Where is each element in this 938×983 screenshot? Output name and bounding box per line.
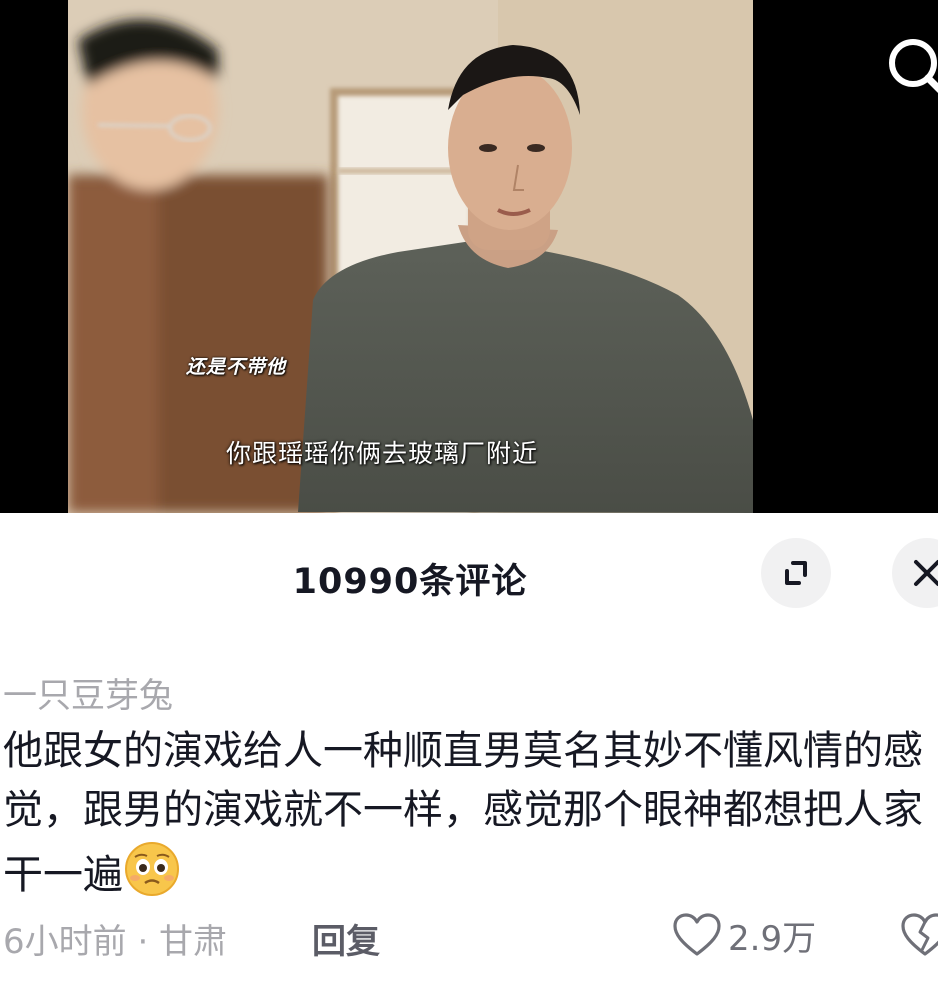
comment-username[interactable]: 一只豆芽兔	[3, 668, 173, 717]
search-button[interactable]	[880, 30, 938, 94]
expand-icon	[785, 561, 807, 585]
video-subtitle-main: 你跟瑶瑶你俩去玻璃厂附近	[226, 439, 539, 468]
close-icon	[914, 560, 938, 586]
pleading-face-emoji	[123, 840, 181, 898]
search-icon	[889, 39, 938, 93]
dislike-button[interactable]	[900, 912, 938, 958]
like-button[interactable]: 2.9万	[672, 910, 816, 960]
close-button[interactable]	[892, 538, 938, 608]
expand-button[interactable]	[761, 538, 831, 608]
video-frame: 还是不带他 你跟瑶瑶你俩去玻璃厂附近	[68, 0, 753, 513]
video-subtitle-secondary: 还是不带他	[186, 356, 287, 378]
comment-body: 他跟女的演戏给人一种顺直男莫名其妙不懂风情的感觉，跟男的演戏就不一样，感觉那个眼…	[3, 722, 933, 905]
broken-heart-icon	[901, 913, 938, 956]
comments-panel-header: 10990条评论	[0, 513, 938, 633]
like-count: 2.9万	[728, 918, 817, 959]
comment-meta: 6小时前 · 甘肃	[3, 922, 228, 962]
reply-button[interactable]: 回复	[312, 914, 380, 963]
comment-count-title: 10990条评论	[292, 562, 528, 602]
heart-icon	[673, 913, 721, 956]
video-player[interactable]: 还是不带他 你跟瑶瑶你俩去玻璃厂附近	[0, 0, 938, 513]
